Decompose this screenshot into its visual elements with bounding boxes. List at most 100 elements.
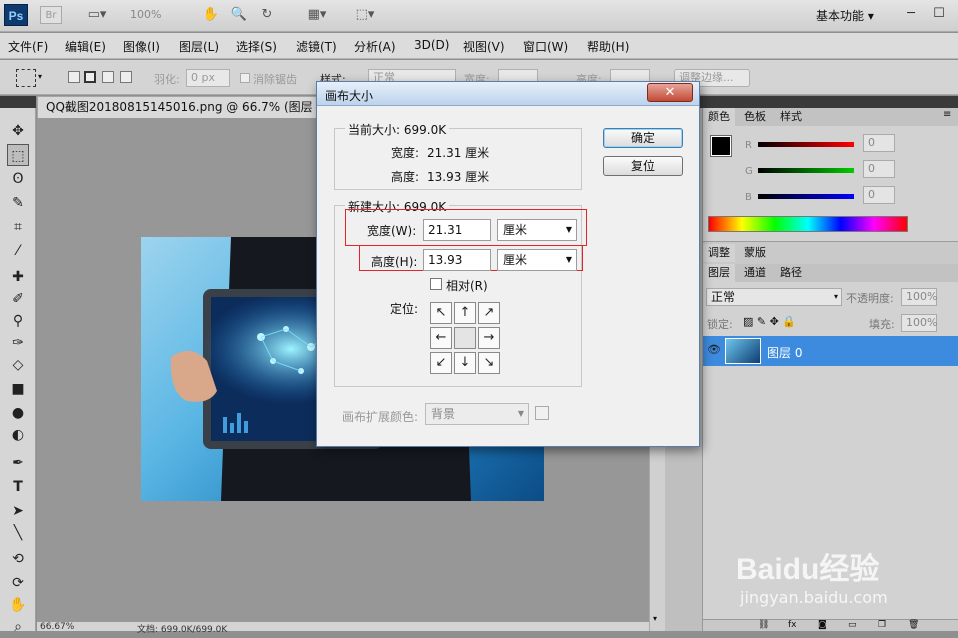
- foreground-color-swatch[interactable]: [710, 135, 732, 157]
- clone-stamp-tool-icon[interactable]: ⚲: [7, 310, 29, 332]
- reset-button[interactable]: 复位: [603, 156, 683, 176]
- screen-mode-menu-icon[interactable]: ⬚▾: [348, 6, 382, 24]
- bridge-button[interactable]: Br: [40, 6, 62, 24]
- menu-filter[interactable]: 滤镜(T): [296, 38, 337, 55]
- width-unit-select[interactable]: 厘米 ▼: [497, 219, 577, 241]
- anchor-bottom-icon[interactable]: ↓: [454, 352, 476, 374]
- path-select-tool-icon[interactable]: ➤: [7, 500, 29, 522]
- opacity-input[interactable]: 100%: [901, 288, 937, 306]
- ok-button[interactable]: 确定: [603, 128, 683, 148]
- layer-row[interactable]: 👁 图层 0: [703, 336, 958, 366]
- channel-b-slider[interactable]: [758, 194, 854, 199]
- brush-tool-icon[interactable]: ✐: [7, 288, 29, 310]
- crop-tool-icon[interactable]: ⌗: [7, 216, 29, 238]
- panel-menu-icon[interactable]: ≡: [943, 109, 951, 120]
- height-unit-select[interactable]: 厘米 ▼: [497, 249, 577, 271]
- lasso-tool-icon[interactable]: ʘ: [7, 168, 29, 190]
- new-width-input[interactable]: 21.31: [423, 219, 491, 241]
- pen-tool-icon[interactable]: ✒: [7, 452, 29, 474]
- dodge-tool-icon[interactable]: ◐: [7, 424, 29, 446]
- anchor-left-icon[interactable]: ←: [430, 327, 452, 349]
- document-tab[interactable]: QQ截图20180815145016.png @ 66.7% (图层 0, RG: [37, 96, 317, 118]
- line-tool-icon[interactable]: ╲: [7, 522, 29, 544]
- anchor-center-icon[interactable]: [454, 327, 476, 349]
- anchor-right-icon[interactable]: →: [478, 327, 500, 349]
- zoom-level[interactable]: 100%: [130, 8, 161, 21]
- channel-g-input[interactable]: 0: [863, 160, 895, 178]
- tab-layers[interactable]: 图层: [703, 264, 735, 282]
- workspace-switcher[interactable]: 基本功能 ▾: [816, 7, 874, 24]
- dialog-titlebar[interactable]: 画布大小 ✕: [317, 82, 699, 106]
- add-selection-icon[interactable]: [84, 71, 96, 83]
- new-height-input[interactable]: 13.93: [423, 249, 491, 271]
- menu-select[interactable]: 选择(S): [236, 38, 277, 55]
- tab-swatches[interactable]: 色板: [739, 108, 771, 126]
- marquee-preset-icon[interactable]: [16, 69, 36, 87]
- anchor-top-right-icon[interactable]: ↗: [478, 302, 500, 324]
- hand-tool-icon[interactable]: ✋: [7, 594, 29, 616]
- healing-brush-tool-icon[interactable]: ✚: [7, 266, 29, 288]
- visibility-eye-icon[interactable]: 👁: [707, 343, 721, 356]
- dialog-title: 画布大小: [325, 89, 374, 103]
- gradient-tool-icon[interactable]: ■: [7, 378, 29, 400]
- screen-mode-icon[interactable]: ▭▾: [80, 6, 114, 24]
- type-tool-icon[interactable]: T: [7, 476, 29, 498]
- application-bar: Ps Br ▭▾ 100% ✋ 🔍 ↻ ▦▾ ⬚▾ 基本功能 ▾ ─ ☐: [0, 0, 958, 32]
- close-icon[interactable]: ✕: [647, 83, 693, 102]
- arrange-documents-icon[interactable]: ▦▾: [300, 6, 334, 24]
- antialias-checkbox[interactable]: [240, 73, 250, 83]
- maximize-button[interactable]: ☐: [926, 4, 952, 24]
- menu-view[interactable]: 视图(V): [463, 38, 505, 55]
- move-tool-icon[interactable]: ✥: [7, 120, 29, 142]
- 3d-orbit-tool-icon[interactable]: ⟳: [7, 572, 29, 594]
- anchor-bottom-left-icon[interactable]: ↙: [430, 352, 452, 374]
- menu-help[interactable]: 帮助(H): [587, 38, 629, 55]
- marquee-tool-icon[interactable]: ⬚: [7, 144, 29, 166]
- blend-mode-select[interactable]: 正常 ▾: [706, 288, 842, 306]
- quick-select-tool-icon[interactable]: ✎: [7, 192, 29, 214]
- menu-3d[interactable]: 3D(D): [414, 38, 449, 52]
- history-brush-tool-icon[interactable]: ✑: [7, 332, 29, 354]
- tab-paths[interactable]: 路径: [775, 264, 807, 282]
- menu-image[interactable]: 图像(I): [123, 38, 160, 55]
- eyedropper-tool-icon[interactable]: ⁄: [7, 240, 29, 262]
- eraser-tool-icon[interactable]: ◇: [7, 354, 29, 376]
- menu-edit[interactable]: 编辑(E): [65, 38, 106, 55]
- channel-b-input[interactable]: 0: [863, 186, 895, 204]
- new-selection-icon[interactable]: [68, 71, 80, 83]
- relative-checkbox[interactable]: [430, 278, 442, 290]
- zoom-tool-icon[interactable]: 🔍: [228, 6, 250, 24]
- minimize-button[interactable]: ─: [898, 4, 924, 24]
- menu-window[interactable]: 窗口(W): [523, 38, 568, 55]
- fill-input[interactable]: 100%: [901, 314, 937, 332]
- menu-file[interactable]: 文件(F): [8, 38, 48, 55]
- channel-r-slider[interactable]: [758, 142, 854, 147]
- tab-channels[interactable]: 通道: [739, 264, 771, 282]
- ext-color-select[interactable]: 背景 ▼: [425, 403, 529, 425]
- anchor-bottom-right-icon[interactable]: ↘: [478, 352, 500, 374]
- intersect-selection-icon[interactable]: [120, 71, 132, 83]
- preset-arrow-icon[interactable]: ▾: [38, 72, 42, 81]
- layer-name[interactable]: 图层 0: [767, 344, 802, 361]
- subtract-selection-icon[interactable]: [102, 71, 114, 83]
- channel-g-slider[interactable]: [758, 168, 854, 173]
- anchor-top-left-icon[interactable]: ↖: [430, 302, 452, 324]
- color-ramp[interactable]: [708, 216, 908, 232]
- tab-adjustments[interactable]: 调整: [703, 244, 735, 262]
- feather-input[interactable]: 0 px: [186, 69, 230, 87]
- ext-color-swatch[interactable]: [535, 406, 549, 420]
- menu-analysis[interactable]: 分析(A): [354, 38, 396, 55]
- tab-styles[interactable]: 样式: [775, 108, 807, 126]
- blur-tool-icon[interactable]: ●: [7, 402, 29, 424]
- tab-masks[interactable]: 蒙版: [739, 244, 771, 262]
- zoom-tool-icon[interactable]: ⌕: [7, 616, 29, 638]
- tab-color[interactable]: 颜色: [703, 108, 735, 126]
- hand-tool-icon[interactable]: ✋: [200, 6, 222, 24]
- scroll-down-icon[interactable]: ▾: [653, 614, 657, 623]
- rotate-view-icon[interactable]: ↻: [256, 6, 278, 24]
- 3d-rotate-tool-icon[interactable]: ⟲: [7, 548, 29, 570]
- menu-layer[interactable]: 图层(L): [179, 38, 219, 55]
- channel-r-input[interactable]: 0: [863, 134, 895, 152]
- anchor-top-icon[interactable]: ↑: [454, 302, 476, 324]
- lock-icons[interactable]: ▨ ✎ ✥ 🔒: [743, 315, 796, 328]
